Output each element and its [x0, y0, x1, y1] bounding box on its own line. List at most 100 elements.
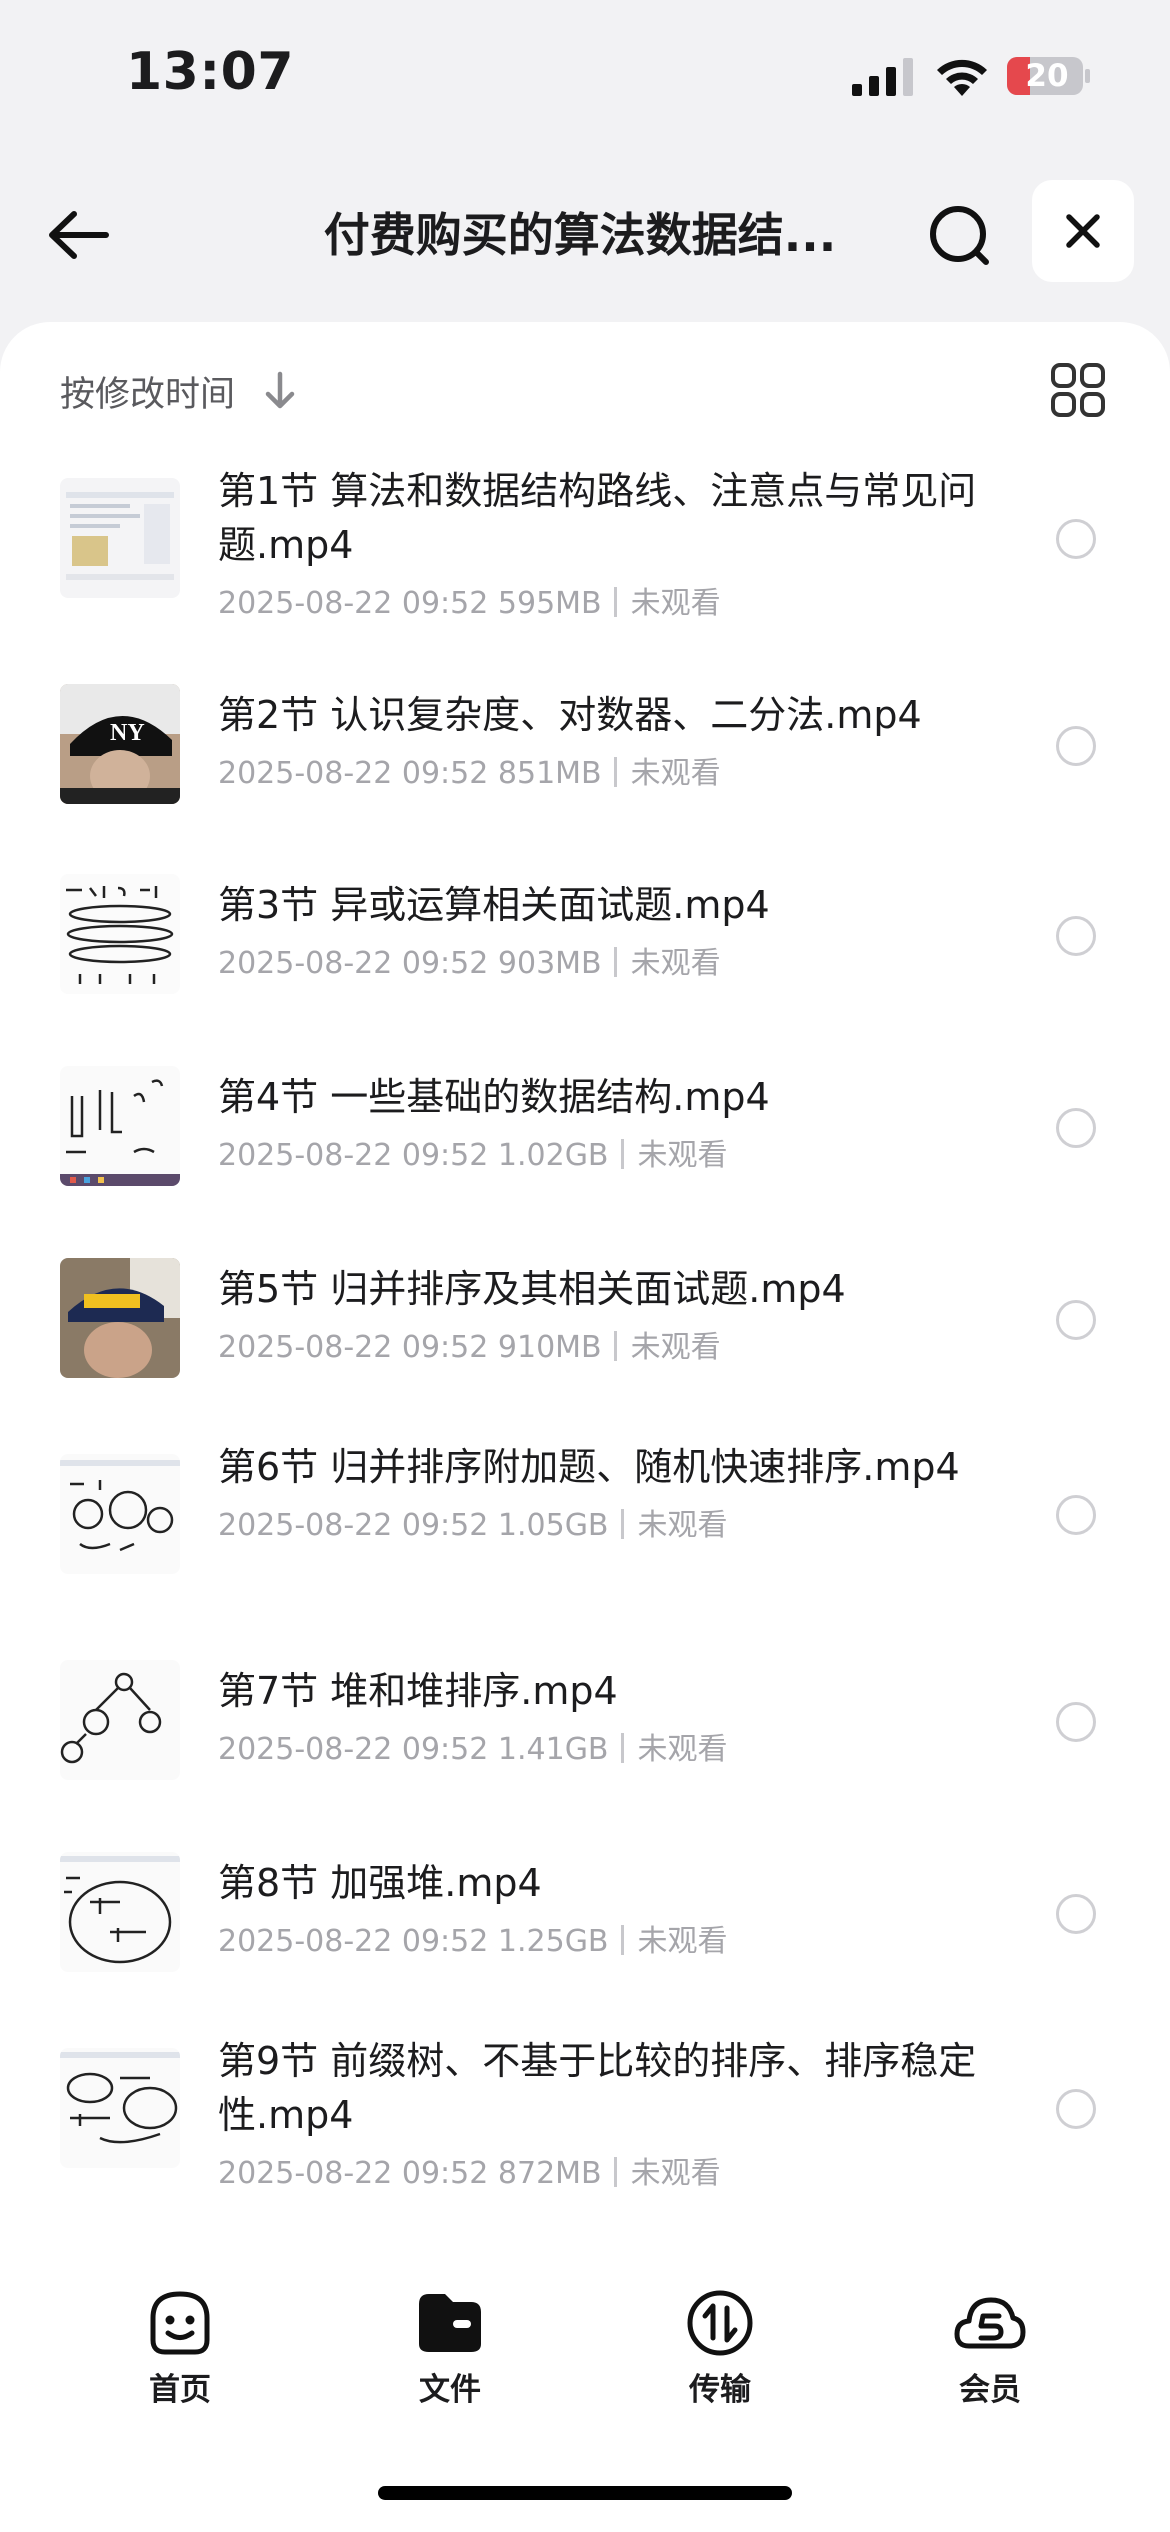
meta-divider	[613, 587, 617, 617]
file-meta: 2025-08-22 09:52 851MB 未观看	[218, 748, 978, 792]
file-name: 第9节 前缀树、不基于比较的排序、排序稳定性.mp4	[218, 2039, 977, 2137]
smiley-face-icon	[150, 2291, 210, 2355]
file-name: 第7节 堆和堆排序.mp4	[218, 1669, 618, 1713]
file-row[interactable]: 第9节 前缀树、不基于比较的排序、排序稳定性.mp4 2025-08-22 09…	[0, 2022, 1170, 2228]
video-thumbnail	[60, 1852, 180, 1972]
file-name: 第8节 加强堆.mp4	[218, 1861, 542, 1905]
status-bar: 13:07 20	[0, 0, 1170, 150]
file-date: 2025-08-22 09:52	[218, 2156, 489, 2191]
watch-status: 未观看	[637, 1732, 728, 1767]
select-radio[interactable]	[1056, 916, 1096, 956]
meta-divider	[620, 1733, 624, 1763]
file-info: 第8节 加强堆.mp4 2025-08-22 09:52 1.25GB 未观看	[218, 1856, 978, 1960]
home-indicator	[378, 2486, 792, 2500]
select-radio[interactable]	[1056, 2089, 1096, 2129]
file-info: 第3节 异或运算相关面试题.mp4 2025-08-22 09:52 903MB…	[218, 878, 978, 982]
svg-text:NY: NY	[110, 720, 145, 746]
app-screen: 13:07 20 付费购买的算法数据结... 按修改时间 第1节 算法和数据结构…	[0, 0, 1170, 2532]
tab-label: 文件	[419, 2372, 481, 2408]
vip-cloud-icon	[954, 2297, 1026, 2349]
file-row[interactable]: 第5节 归并排序及其相关面试题.mp4 2025-08-22 09:52 910…	[0, 1232, 1170, 1428]
select-radio[interactable]	[1056, 519, 1096, 559]
close-icon	[1066, 214, 1100, 248]
tab-transfer[interactable]: 传输	[630, 2270, 810, 2410]
select-radio[interactable]	[1056, 1300, 1096, 1340]
search-icon	[930, 206, 989, 265]
file-name: 第2节 认识复杂度、对数器、二分法.mp4	[218, 693, 922, 737]
tab-vip[interactable]: 会员	[900, 2270, 1080, 2410]
video-thumbnail	[60, 1454, 180, 1574]
file-size: 851MB	[497, 756, 602, 791]
folder-icon	[419, 2294, 481, 2352]
meta-divider	[620, 1509, 624, 1539]
watch-status: 未观看	[630, 946, 721, 981]
file-date: 2025-08-22 09:52	[218, 1924, 489, 1959]
back-button[interactable]	[40, 200, 120, 270]
file-meta: 2025-08-22 09:52 872MB 未观看	[218, 2148, 978, 2192]
sort-button[interactable]: 按修改时间	[60, 366, 235, 417]
tab-label: 会员	[959, 2372, 1021, 2408]
file-size: 1.25GB	[497, 1924, 609, 1959]
file-row[interactable]: 第7节 堆和堆排序.mp4 2025-08-22 09:52 1.41GB 未观看	[0, 1634, 1170, 1826]
select-radio[interactable]	[1056, 1894, 1096, 1934]
video-thumbnail	[60, 1660, 180, 1780]
meta-divider	[620, 1139, 624, 1169]
file-meta: 2025-08-22 09:52 1.41GB 未观看	[218, 1724, 978, 1768]
grid-view-button[interactable]	[1050, 362, 1106, 418]
tab-files[interactable]: 文件	[360, 2270, 540, 2410]
select-radio[interactable]	[1056, 1108, 1096, 1148]
watch-status: 未观看	[637, 1508, 728, 1543]
close-button[interactable]	[1032, 180, 1134, 282]
tab-label: 首页	[149, 2372, 211, 2408]
file-row[interactable]: 第8节 加强堆.mp4 2025-08-22 09:52 1.25GB 未观看	[0, 1826, 1170, 2022]
cellular-signal-icon	[852, 58, 913, 96]
file-info: 第9节 前缀树、不基于比较的排序、排序稳定性.mp4 2025-08-22 09…	[218, 2034, 978, 2192]
watch-status: 未观看	[637, 1924, 728, 1959]
watch-status: 未观看	[630, 756, 721, 791]
file-name: 第4节 一些基础的数据结构.mp4	[218, 1075, 770, 1119]
file-size: 903MB	[497, 946, 602, 981]
file-row[interactable]: NY 第2节 认识复杂度、对数器、二分法.mp4 2025-08-22 09:5…	[0, 658, 1170, 848]
file-date: 2025-08-22 09:52	[218, 1508, 489, 1543]
file-size: 1.02GB	[497, 1138, 609, 1173]
file-row[interactable]: 第3节 异或运算相关面试题.mp4 2025-08-22 09:52 903MB…	[0, 848, 1170, 1040]
video-thumbnail: NY	[60, 684, 180, 804]
arrow-down-icon[interactable]	[260, 368, 300, 412]
status-time: 13:07	[126, 42, 295, 102]
watch-status: 未观看	[637, 1138, 728, 1173]
file-meta: 2025-08-22 09:52 903MB 未观看	[218, 938, 978, 982]
meta-divider	[613, 2157, 617, 2187]
file-meta: 2025-08-22 09:52 1.25GB 未观看	[218, 1916, 978, 1960]
file-date: 2025-08-22 09:52	[218, 1138, 489, 1173]
file-info: 第2节 认识复杂度、对数器、二分法.mp4 2025-08-22 09:52 8…	[218, 688, 978, 792]
file-row[interactable]: 第4节 一些基础的数据结构.mp4 2025-08-22 09:52 1.02G…	[0, 1040, 1170, 1232]
sort-bar: 按修改时间	[60, 362, 1110, 422]
file-row[interactable]: 第1节 算法和数据结构路线、注意点与常见问题.mp4 2025-08-22 09…	[0, 452, 1170, 658]
watch-status: 未观看	[630, 1330, 721, 1365]
battery-level: 20	[1025, 58, 1069, 94]
file-size: 872MB	[497, 2156, 602, 2191]
select-radio[interactable]	[1056, 1702, 1096, 1742]
file-info: 第6节 归并排序附加题、随机快速排序.mp4 2025-08-22 09:52 …	[218, 1440, 978, 1544]
file-row[interactable]: 第6节 归并排序附加题、随机快速排序.mp4 2025-08-22 09:52 …	[0, 1428, 1170, 1634]
tab-home[interactable]: 首页	[90, 2270, 270, 2410]
nav-bar: 付费购买的算法数据结...	[0, 160, 1170, 300]
search-button[interactable]	[920, 196, 1000, 276]
file-meta: 2025-08-22 09:52 910MB 未观看	[218, 1322, 978, 1366]
video-thumbnail	[60, 2048, 180, 2168]
video-thumbnail	[60, 478, 180, 598]
file-size: 595MB	[497, 586, 602, 621]
file-list: 第1节 算法和数据结构路线、注意点与常见问题.mp4 2025-08-22 09…	[0, 452, 1170, 2228]
file-name: 第3节 异或运算相关面试题.mp4	[218, 883, 770, 927]
select-radio[interactable]	[1056, 1495, 1096, 1535]
file-info: 第5节 归并排序及其相关面试题.mp4 2025-08-22 09:52 910…	[218, 1262, 978, 1366]
select-radio[interactable]	[1056, 726, 1096, 766]
grid-icon	[1051, 363, 1105, 417]
file-name: 第6节 归并排序附加题、随机快速排序.mp4	[218, 1445, 960, 1489]
meta-divider	[613, 1331, 617, 1361]
watch-status: 未观看	[630, 586, 721, 621]
file-size: 910MB	[497, 1330, 602, 1365]
file-date: 2025-08-22 09:52	[218, 1732, 489, 1767]
meta-divider	[613, 757, 617, 787]
arrow-left-icon	[49, 211, 109, 259]
